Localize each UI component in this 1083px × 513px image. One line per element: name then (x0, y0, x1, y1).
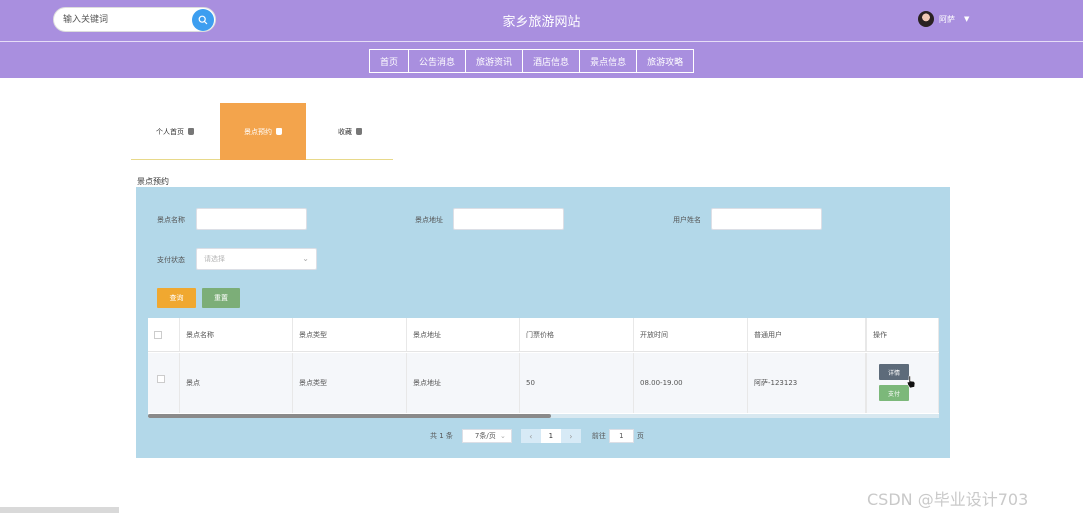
username: 阿萨 (939, 14, 955, 24)
tab-icon (276, 128, 282, 135)
user-input[interactable] (711, 208, 822, 230)
caret-down-icon: ▼ (964, 15, 970, 23)
header-cell: 开放时间 (634, 318, 748, 351)
nav-item-hotels[interactable]: 酒店信息 (523, 50, 581, 72)
nav-item-travel-guides[interactable]: 旅游攻略 (637, 50, 693, 72)
detail-button[interactable]: 详情 (879, 364, 909, 380)
page-size-select[interactable]: 7条/页 ⌄ (461, 429, 512, 443)
cell-hours: 08.00-19.00 (634, 353, 748, 413)
header-cell: 景点地址 (407, 318, 520, 351)
chevron-right-icon: › (569, 431, 573, 441)
prev-page-button[interactable]: ‹ (520, 429, 541, 443)
chevron-left-icon: ‹ (529, 431, 533, 441)
top-bar: 家乡旅游网站 阿萨 ▼ (0, 0, 1083, 41)
booking-table: 景点名称 景点类型 景点地址 门票价格 开放时间 普通用户 操作 景点 景点类型… (148, 318, 939, 414)
select-all-checkbox[interactable] (154, 330, 162, 339)
cell-type: 景点类型 (293, 353, 407, 413)
address-input[interactable] (453, 208, 564, 230)
user-label: 用户姓名 (673, 216, 701, 224)
chevron-down-icon: ⌄ (302, 254, 309, 263)
name-label: 景点名称 (157, 216, 185, 224)
cell-address: 景点地址 (407, 353, 520, 413)
pointer-cursor-icon (906, 375, 916, 389)
tab-attraction-booking[interactable]: 景点预约 (220, 103, 306, 160)
scrollbar-thumb[interactable] (148, 414, 551, 418)
avatar (918, 11, 934, 27)
user-menu[interactable]: 阿萨 ▼ (918, 11, 969, 27)
nav-item-travel-news[interactable]: 旅游资讯 (466, 50, 524, 72)
cell-actions: 详情 支付 (866, 353, 939, 413)
pay-status-label: 支付状态 (157, 256, 185, 264)
main-nav: 首页 公告消息 旅游资讯 酒店信息 景点信息 旅游攻略 (369, 49, 695, 73)
table-row: 景点 景点类型 景点地址 50 08.00-19.00 阿萨-123123 详情… (148, 353, 939, 413)
pagination: 共 1 条 7条/页 ⌄ ‹ 1 › 前往 1 页 (430, 429, 644, 443)
name-input[interactable] (196, 208, 307, 230)
watermark: CSDN @毕业设计703 (867, 490, 1029, 509)
page-unit: 页 (636, 432, 644, 440)
tab-icon (356, 128, 362, 135)
tab-favorites[interactable]: 收藏 (307, 103, 393, 160)
booking-panel: 景点名称 景点地址 用户姓名 支付状态 请选择 ⌄ 查询 重置 景点名称 景点类… (136, 187, 950, 458)
select-placeholder: 请选择 (204, 255, 225, 263)
table-scrollbar[interactable] (148, 414, 939, 418)
cell-name: 景点 (180, 353, 293, 413)
pay-status-select[interactable]: 请选择 ⌄ (196, 248, 317, 270)
row-checkbox[interactable] (157, 375, 165, 383)
header-cell: 普通用户 (748, 318, 866, 351)
chevron-down-icon: ⌄ (500, 432, 506, 440)
cell-user: 阿萨-123123 (748, 353, 866, 413)
pay-button[interactable]: 支付 (879, 385, 909, 401)
status-strip (0, 507, 119, 513)
nav-bar: 首页 公告消息 旅游资讯 酒店信息 景点信息 旅游攻略 (0, 42, 1083, 78)
header-cell: 门票价格 (520, 318, 634, 351)
nav-item-announcements[interactable]: 公告消息 (409, 50, 467, 72)
reset-button[interactable]: 重置 (202, 288, 240, 308)
header-cell: 操作 (866, 318, 939, 351)
goto-page-input[interactable]: 1 (608, 429, 634, 443)
section-title: 景点预约 (137, 177, 169, 186)
nav-item-home[interactable]: 首页 (370, 50, 410, 72)
header-checkbox-cell (148, 318, 180, 351)
query-button[interactable]: 查询 (157, 288, 196, 308)
page-size-value: 7条/页 (474, 432, 496, 440)
goto-label: 前往 (591, 432, 606, 440)
next-page-button[interactable]: › (560, 429, 581, 443)
tab-label: 收藏 (338, 127, 352, 136)
profile-tabs: 个人首页 景点预约 收藏 (131, 103, 393, 160)
cell-price: 50 (520, 353, 634, 413)
tab-label: 景点预约 (244, 127, 272, 136)
tab-icon (188, 128, 194, 135)
row-checkbox-cell (148, 353, 180, 413)
address-label: 景点地址 (415, 216, 443, 224)
nav-item-attractions[interactable]: 景点信息 (580, 50, 638, 72)
page-number[interactable]: 1 (540, 429, 561, 443)
tab-label: 个人首页 (156, 127, 184, 136)
tab-personal-home[interactable]: 个人首页 (131, 103, 219, 160)
header-cell: 景点类型 (293, 318, 407, 351)
total-count: 共 1 条 (430, 432, 453, 440)
table-header: 景点名称 景点类型 景点地址 门票价格 开放时间 普通用户 操作 (148, 318, 939, 352)
header-cell: 景点名称 (180, 318, 293, 351)
